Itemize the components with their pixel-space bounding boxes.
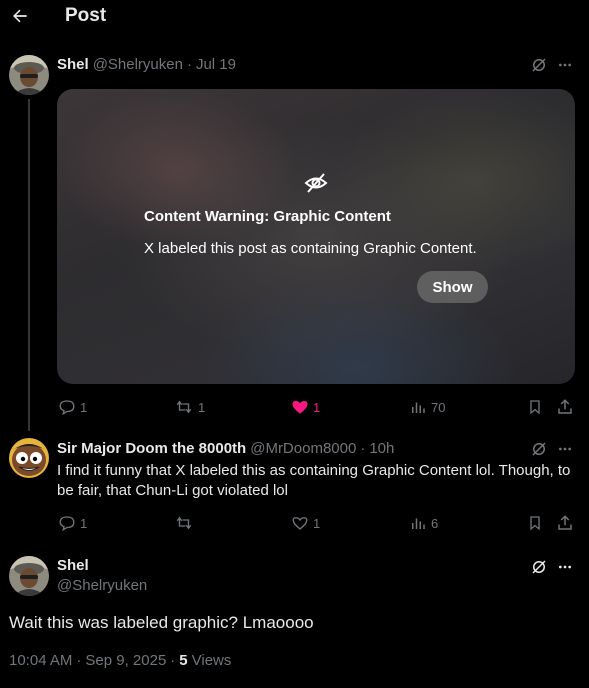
repost-button[interactable] [174, 514, 198, 532]
like-count: 1 [313, 515, 321, 531]
repost-button[interactable]: 1 [174, 398, 205, 416]
reply-button[interactable]: 1 [58, 398, 87, 416]
content-warning-title: Content Warning: Graphic Content [144, 208, 391, 225]
reply-icon [59, 516, 75, 532]
views-count: 70 [431, 399, 446, 415]
author-name[interactable]: Shel [57, 557, 89, 574]
reply-count: 1 [80, 515, 88, 531]
views-button[interactable]: 6 [409, 514, 438, 532]
share-button[interactable] [555, 397, 575, 417]
eye-slash-icon [304, 171, 328, 200]
views-label: Views [191, 652, 232, 669]
post-time[interactable]: 10h [369, 440, 394, 457]
grok-button[interactable] [529, 55, 549, 75]
heart-filled-icon [292, 401, 308, 414]
reply-button[interactable]: 1 [58, 514, 87, 532]
meta-separator: · [170, 652, 176, 669]
heart-icon [292, 517, 308, 530]
author-handle[interactable]: @Shelryuken [93, 56, 183, 73]
bookmark-icon [530, 400, 540, 415]
author-handle[interactable]: @MrDoom8000 [250, 440, 356, 457]
share-button[interactable] [555, 513, 575, 533]
main-post-text: Wait this was labeled graphic? Lmaoooo [9, 613, 314, 632]
views-count: 6 [431, 515, 439, 531]
analytics-icon [412, 518, 425, 529]
more-options-button[interactable] [555, 55, 575, 75]
post2-header: Sir Major Doom the 8000th @MrDoom8000 · … [57, 440, 394, 457]
bookmark-button[interactable] [525, 513, 545, 533]
share-icon [558, 399, 572, 414]
grok-icon [532, 560, 546, 574]
like-count: 1 [313, 399, 321, 415]
back-button[interactable] [8, 4, 32, 28]
bookmark-icon [530, 516, 540, 531]
reply-count: 1 [80, 399, 88, 415]
analytics-icon [412, 402, 425, 413]
views-count: 5 [179, 652, 188, 669]
more-dots-icon [559, 565, 571, 569]
bookmark-button[interactable] [525, 397, 545, 417]
post-date[interactable]: Jul 19 [196, 56, 236, 73]
avatar-mrdoom[interactable] [9, 438, 49, 478]
avatar-image [9, 438, 49, 478]
avatar-image [9, 55, 49, 95]
post-date[interactable]: Sep 9, 2025 [85, 652, 166, 669]
more-options-button[interactable] [555, 439, 575, 459]
more-dots-icon [559, 447, 571, 451]
like-button[interactable]: 1 [291, 398, 320, 416]
grok-icon [532, 442, 546, 456]
repost-icon [176, 400, 192, 414]
avatar-image [9, 556, 49, 596]
author-name[interactable]: Sir Major Doom the 8000th [57, 440, 246, 457]
like-button[interactable]: 1 [291, 514, 320, 532]
arrow-left-icon [13, 9, 27, 23]
grok-icon [532, 58, 546, 72]
author-name[interactable]: Shel [57, 56, 89, 73]
avatar-shel[interactable] [9, 55, 49, 95]
author-handle[interactable]: @Shelryuken [57, 577, 147, 594]
meta-separator: · [186, 56, 192, 73]
post1-header: Shel @Shelryuken · Jul 19 [57, 56, 236, 73]
content-warning-text: X labeled this post as containing Graphi… [144, 240, 477, 257]
share-icon [558, 515, 572, 530]
more-options-button[interactable] [555, 557, 575, 577]
meta-separator: · [76, 652, 82, 669]
page-title: Post [65, 5, 107, 26]
avatar-shel[interactable] [9, 556, 49, 596]
more-dots-icon [559, 63, 571, 67]
header-bar: Post [0, 0, 589, 34]
main-post-meta: 10:04 AM · Sep 9, 2025 · 5 Views [9, 652, 231, 669]
content-warning-card: Content Warning: Graphic Content X label… [57, 89, 575, 384]
show-content-button[interactable]: Show [417, 271, 488, 303]
grok-button[interactable] [529, 557, 549, 577]
thread-connector-line [28, 99, 30, 431]
grok-button[interactable] [529, 439, 549, 459]
views-button[interactable]: 70 [409, 398, 445, 416]
post-time[interactable]: 10:04 AM [9, 652, 72, 669]
reply-text: I find it funny that X labeled this as c… [57, 462, 571, 499]
repost-icon [176, 516, 192, 530]
repost-count: 1 [198, 399, 206, 415]
reply-icon [59, 400, 75, 416]
meta-separator: · [360, 440, 366, 457]
